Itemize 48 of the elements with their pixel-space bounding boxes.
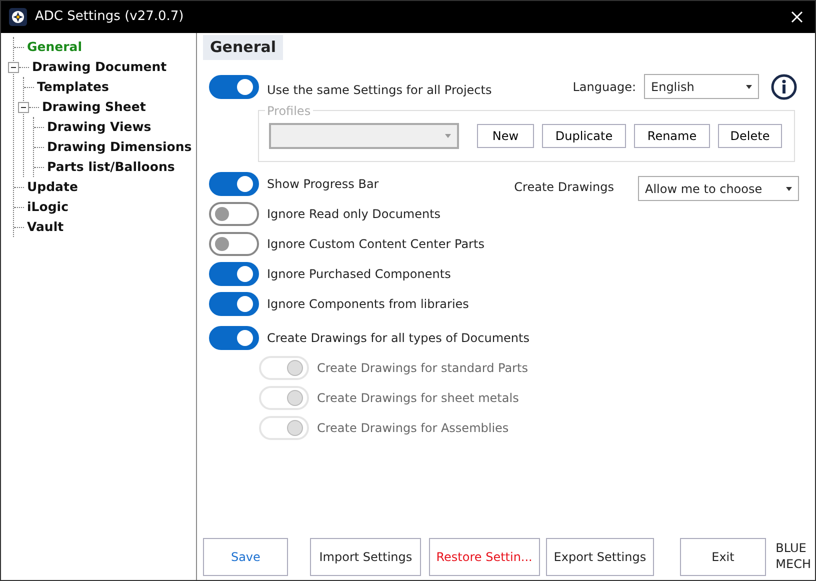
option-label: Ignore Components from libraries bbox=[267, 296, 469, 312]
tree-item[interactable]: Parts list/Balloons bbox=[44, 158, 175, 176]
toggle-switch[interactable] bbox=[209, 74, 259, 98]
language-dropdown[interactable]: English bbox=[644, 74, 759, 99]
profile-button[interactable]: Delete bbox=[718, 124, 782, 148]
collapse-icon[interactable] bbox=[8, 62, 19, 72]
footer-button[interactable]: Export Settings bbox=[546, 538, 654, 576]
tree-item[interactable]: Drawing Dimensions bbox=[44, 138, 192, 156]
tree-item[interactable]: Drawing Views bbox=[44, 118, 152, 136]
option-label: Use the same Settings for all Projects bbox=[267, 82, 492, 98]
tree-item[interactable]: Templates bbox=[34, 78, 109, 96]
footer-button[interactable]: Import Settings bbox=[310, 538, 421, 576]
tree-item[interactable]: iLogic bbox=[24, 198, 68, 216]
create-drawings-dropdown[interactable]: Allow me to choose bbox=[638, 176, 799, 201]
tree-item[interactable]: General bbox=[24, 38, 82, 56]
option-label: Create Drawings for standard Parts bbox=[317, 360, 528, 376]
page-title: General bbox=[203, 35, 283, 60]
profile-button[interactable]: New bbox=[477, 124, 534, 148]
toggle-switch[interactable] bbox=[209, 292, 259, 316]
toggle-switch[interactable] bbox=[209, 262, 259, 286]
brand-text: BLUE bbox=[776, 541, 808, 557]
option-label: Ignore Custom Content Center Parts bbox=[267, 236, 484, 252]
app-logo-icon bbox=[9, 8, 27, 26]
toggle-switch[interactable] bbox=[209, 326, 259, 350]
footer-button[interactable]: Restore Settin... bbox=[429, 538, 540, 576]
tree-item[interactable]: Vault bbox=[24, 218, 64, 236]
collapse-icon[interactable] bbox=[18, 102, 29, 112]
info-icon[interactable] bbox=[771, 74, 797, 100]
toggle-switch[interactable] bbox=[209, 232, 259, 256]
toggle-switch[interactable] bbox=[209, 172, 259, 196]
option-label: Create Drawings for all types of Documents bbox=[267, 330, 530, 346]
option-label: Ignore Read only Documents bbox=[267, 206, 441, 222]
brand-text: MECH bbox=[776, 557, 812, 573]
profile-button[interactable]: Duplicate bbox=[542, 124, 626, 148]
tree-item[interactable]: Update bbox=[24, 178, 78, 196]
footer-button[interactable]: Save bbox=[203, 538, 288, 576]
option-label: Show Progress Bar bbox=[267, 176, 379, 192]
language-label: Language: bbox=[572, 78, 636, 96]
profile-button[interactable]: Rename bbox=[634, 124, 710, 148]
tree-item[interactable]: Drawing Document bbox=[29, 58, 167, 76]
option-label: Create Drawings for Assemblies bbox=[317, 420, 509, 436]
footer-button[interactable]: Exit bbox=[680, 538, 766, 576]
option-label: Ignore Purchased Components bbox=[267, 266, 451, 282]
tree-item[interactable]: Drawing Sheet bbox=[39, 98, 146, 116]
window-title: ADC Settings (v27.0.7) bbox=[35, 8, 184, 26]
option-label: Create Drawings for sheet metals bbox=[317, 390, 519, 406]
toggle-switch[interactable] bbox=[209, 202, 259, 226]
create-drawings-label: Create Drawings bbox=[514, 178, 614, 196]
